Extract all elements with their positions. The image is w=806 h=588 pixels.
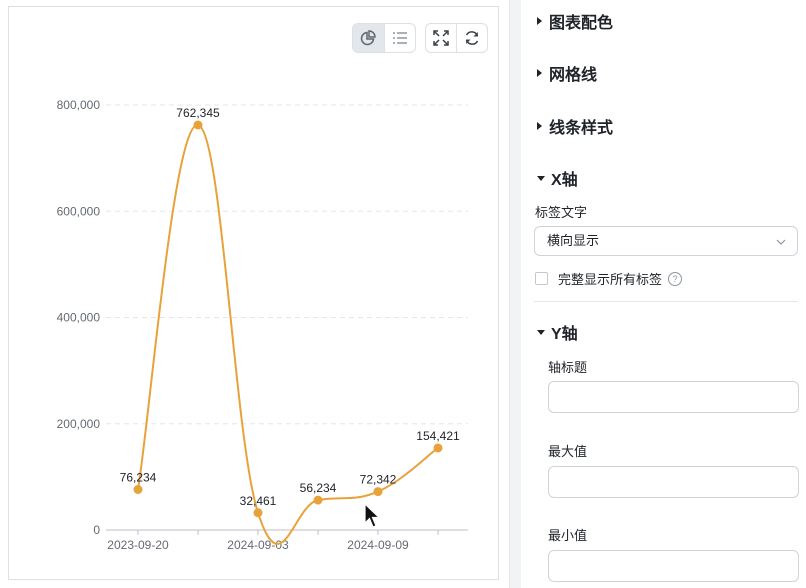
divider [534,301,798,302]
section-grid-lines[interactable]: 网格线 [537,61,597,85]
section-title: Y轴 [551,326,578,343]
data-point [373,487,383,497]
y-tick-label: 200,000 [57,417,101,431]
show-all-labels-label[interactable]: 完整显示所有标签 [558,269,662,288]
section-y-axis[interactable]: Y轴 [537,320,578,344]
chevron-down-icon [776,239,786,245]
caret-down-icon [537,329,545,335]
data-label: 154,421 [416,429,460,443]
y-tick-label: 400,000 [57,311,101,325]
section-line-style[interactable]: 线条样式 [537,114,613,138]
min-value-label: 最小值 [548,528,588,543]
data-point [313,495,323,505]
max-value-label: 最大值 [548,444,588,459]
show-all-labels-row: 完整显示所有标签 ? [535,269,683,288]
data-point [133,485,143,495]
x-tick-label: 2023-09-20 [107,538,169,552]
y-tick-label: 600,000 [57,204,101,218]
caret-right-icon [537,17,542,25]
section-title: 线条样式 [549,120,614,137]
data-point [193,120,203,130]
data-point [433,443,443,453]
data-label: 76,234 [120,471,157,485]
data-label: 56,234 [300,481,337,495]
show-all-labels-checkbox[interactable] [535,272,548,285]
section-x-axis[interactable]: X轴 [537,166,578,190]
mouse-cursor-icon [364,503,381,528]
caret-down-icon [537,175,545,181]
select-value: 横向显示 [547,233,600,248]
section-title: X轴 [551,172,578,189]
label-direction-select[interactable]: 横向显示 [534,226,798,256]
settings-panel: 图表配色 网格线 线条样式 X轴 标签文字 横向显示 完整显示所有标签 ? Y轴… [521,0,806,588]
section-title: 图表配色 [549,15,614,32]
section-title: 网格线 [549,67,598,84]
caret-right-icon [537,122,542,130]
caret-right-icon [537,69,542,77]
label-text-title: 标签文字 [535,205,588,220]
min-value-input[interactable] [548,550,799,582]
data-point [253,508,263,518]
y-tick-label: 800,000 [57,98,101,112]
data-label: 762,345 [176,106,220,120]
help-icon[interactable]: ? [668,271,683,286]
x-tick-label: 2024-09-03 [227,538,289,552]
section-chart-colors[interactable]: 图表配色 [537,9,613,33]
axis-title-input[interactable] [548,381,799,413]
data-label: 32,461 [240,494,277,508]
y-tick-label: 0 [93,523,100,537]
x-tick-label: 2024-09-09 [347,538,409,552]
data-label: 72,342 [360,473,397,487]
axis-title-label: 轴标题 [548,360,588,375]
line-chart: 0 200,000 400,000 600,000 800,000 2023-09-20 2… [57,98,468,552]
max-value-input[interactable] [548,466,799,498]
